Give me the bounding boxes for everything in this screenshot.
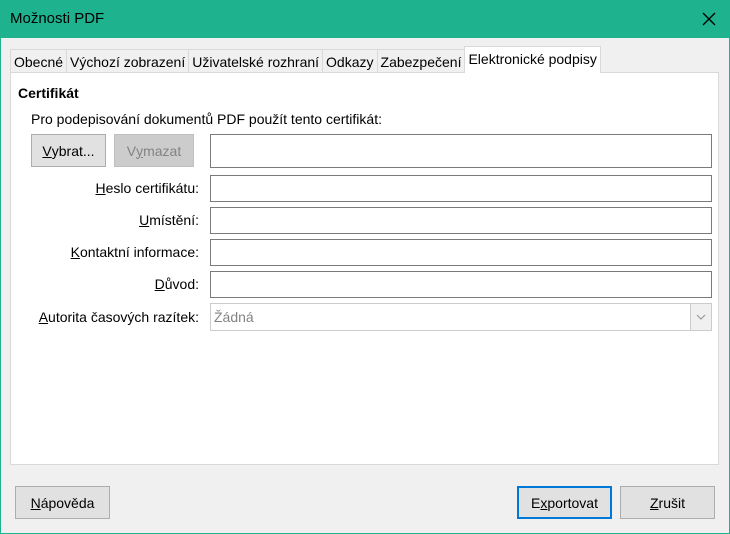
cancel-button-mnemonic: Z — [649, 494, 659, 511]
location-label: Umístění: — [139, 212, 199, 228]
reason-label: Důvod: — [155, 276, 199, 292]
cancel-button[interactable]: Zrušit — [620, 486, 715, 519]
close-button[interactable] — [688, 0, 730, 38]
tsa-dropdown-button[interactable] — [690, 304, 711, 330]
export-button[interactable]: Ex portovat — [517, 486, 612, 519]
reason-input[interactable] — [210, 271, 712, 298]
tab-initial-view[interactable]: Výchozí zobrazení — [66, 49, 190, 73]
certificate-intro-label: Pro podepisování dokumentů PDF použít te… — [31, 111, 382, 127]
tab-user-interface[interactable]: Uživatelské rozhraní — [188, 49, 324, 73]
export-button-mnemonic: x — [540, 494, 548, 511]
help-button-mnemonic: N — [30, 494, 41, 511]
certificate-field[interactable] — [210, 134, 712, 168]
title-bar: Možnosti PDF — [0, 0, 730, 38]
tab-panel — [10, 72, 719, 465]
tab-bar: Obecné Výchozí zobrazení Uživatelské roz… — [10, 46, 601, 73]
select-certificate-button[interactable]: Vybrat... — [31, 134, 106, 167]
chevron-down-icon — [696, 314, 706, 320]
help-button-label: ápověda — [40, 494, 95, 511]
tsa-label-mnemonic: A — [38, 309, 49, 325]
tab-digital-signatures[interactable]: Elektronické podpisy — [464, 46, 601, 73]
tab-security[interactable]: Zabezpečení — [376, 49, 466, 73]
tab-general[interactable]: Obecné — [10, 49, 68, 73]
contact-label: Kontaktní informace: — [71, 244, 199, 260]
select-button-mnemonic: V — [42, 142, 52, 159]
tab-links[interactable]: Odkazy — [322, 49, 378, 73]
password-label-text: eslo certifikátu: — [105, 180, 199, 196]
select-button-label: ybrat... — [51, 142, 95, 159]
certificate-password-input[interactable] — [210, 175, 712, 202]
tsa-label-text: utorita časových razítek: — [48, 309, 199, 325]
window-title: Možnosti PDF — [10, 10, 105, 27]
location-input[interactable] — [210, 207, 712, 234]
contact-label-text: ontaktní informace: — [79, 244, 199, 260]
tsa-selected-value: Žádná — [214, 309, 254, 325]
reason-label-mnemonic: D — [154, 276, 165, 292]
clear-certificate-button[interactable]: Vy mazat — [114, 134, 194, 167]
reason-label-text: ůvod: — [164, 276, 199, 292]
clear-button-label-pre: V — [126, 142, 137, 159]
export-button-label: portovat — [547, 494, 598, 511]
tsa-dropdown[interactable]: Žádná — [210, 303, 712, 331]
cancel-button-label: rušit — [658, 494, 685, 511]
contact-label-mnemonic: K — [70, 244, 80, 260]
contact-info-input[interactable] — [210, 239, 712, 266]
help-button[interactable]: Nápověda — [15, 486, 110, 519]
password-label: Heslo certifikátu: — [96, 180, 200, 196]
location-label-text: místění: — [149, 212, 199, 228]
location-label-mnemonic: U — [139, 212, 150, 228]
clear-button-mnemonic: y — [136, 142, 144, 159]
export-button-label-pre: E — [531, 494, 541, 511]
section-title-certificate: Certifikát — [18, 85, 79, 101]
password-label-mnemonic: H — [95, 180, 106, 196]
close-icon — [702, 12, 716, 26]
tsa-label: Autorita časových razítek: — [39, 309, 199, 325]
clear-button-label: mazat — [143, 142, 182, 159]
